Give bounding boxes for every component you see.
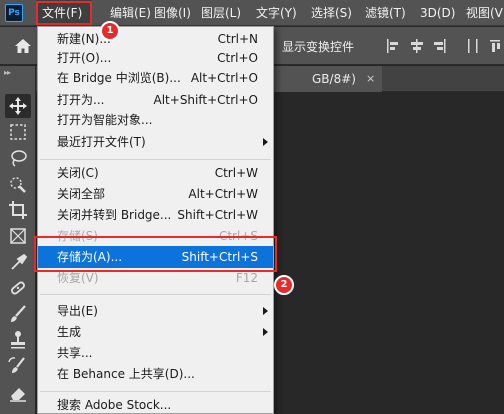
menu-layer[interactable]: 图层(L)	[201, 0, 241, 26]
file-menu-dropdown: 新建(N)... Ctrl+N 打开(O)... Ctrl+O 在 Bridge…	[37, 26, 274, 414]
menu-bar: Ps 文件(F) 编辑(E) 图像(I) 图层(L) 文字(Y) 选择(S) 滤…	[0, 0, 504, 26]
menu-item-close-all[interactable]: 关闭全部 Alt+Ctrl+W	[38, 183, 273, 205]
menu-select[interactable]: 选择(S)	[311, 0, 352, 26]
save-as-highlight-box	[34, 236, 277, 272]
menu-image[interactable]: 图像(I)	[154, 0, 191, 26]
marquee-tool-icon[interactable]	[5, 120, 31, 144]
lasso-tool-icon[interactable]	[5, 146, 31, 170]
tools-panel: ▸▸	[0, 66, 36, 414]
show-transform-controls-label[interactable]: 显示变换控件	[282, 38, 354, 55]
quick-selection-tool-icon[interactable]	[5, 172, 31, 196]
history-brush-tool-icon[interactable]	[5, 354, 31, 378]
menu-filter[interactable]: 滤镜(T)	[365, 0, 406, 26]
menu-item-search-adobe-stock[interactable]: 搜索 Adobe Stock...	[38, 394, 273, 414]
menu-item-open-as[interactable]: 打开为... Alt+Shift+Ctrl+O	[38, 89, 273, 111]
menu-item-share[interactable]: 共享...	[38, 342, 273, 364]
menu-item-export[interactable]: 导出(E)	[38, 300, 273, 322]
home-icon[interactable]	[14, 37, 32, 55]
crop-tool-icon[interactable]	[5, 198, 31, 222]
step-badge-1: 1	[100, 21, 120, 41]
step-badge-2: 2	[274, 275, 294, 295]
menu-item-share-on-behance[interactable]: 在 Behance 上共享(D)...	[38, 363, 273, 385]
frame-tool-icon[interactable]	[5, 224, 31, 248]
photoshop-logo-icon: Ps	[5, 4, 23, 22]
menu-separator	[40, 391, 271, 392]
document-tab-label: GB/8#)	[312, 72, 356, 86]
clone-stamp-tool-icon[interactable]	[5, 328, 31, 352]
menu-item-browse-in-bridge[interactable]: 在 Bridge 中浏览(B)... Alt+Ctrl+O	[38, 67, 273, 89]
submenu-arrow-icon	[263, 138, 268, 146]
menu-item-open[interactable]: 打开(O)... Ctrl+O	[38, 47, 273, 69]
healing-brush-tool-icon[interactable]	[5, 276, 31, 300]
menu-separator	[40, 159, 271, 160]
eraser-tool-icon[interactable]	[5, 380, 31, 404]
menu-type[interactable]: 文字(Y)	[256, 0, 297, 26]
close-tab-icon[interactable]: ×	[366, 66, 375, 92]
submenu-arrow-icon	[263, 328, 268, 336]
align-icons[interactable]	[384, 37, 502, 55]
menu-item-open-as-smart-object[interactable]: 打开为智能对象...	[38, 109, 273, 131]
menu-separator	[40, 294, 271, 295]
menu-item-close[interactable]: 关闭(C) Ctrl+W	[38, 162, 273, 184]
collapse-icon[interactable]: ▸▸	[4, 68, 11, 77]
menu-item-open-recent[interactable]: 最近打开文件(T)	[38, 131, 273, 153]
submenu-arrow-icon	[263, 307, 268, 315]
menu-3d[interactable]: 3D(D)	[420, 0, 455, 26]
brush-tool-icon[interactable]	[5, 302, 31, 326]
menu-edit[interactable]: 编辑(E)	[110, 0, 151, 26]
menu-item-generate[interactable]: 生成	[38, 321, 273, 343]
move-tool-icon[interactable]	[5, 94, 31, 118]
menu-view[interactable]: 视图(V)	[466, 0, 504, 26]
eyedropper-tool-icon[interactable]	[5, 250, 31, 274]
menu-file[interactable]: 文件(F)	[36, 0, 92, 26]
menu-item-close-and-go-to-bridge[interactable]: 关闭并转到 Bridge... Shift+Ctrl+W	[38, 204, 273, 226]
document-tab[interactable]: GB/8#) ×	[272, 66, 382, 92]
